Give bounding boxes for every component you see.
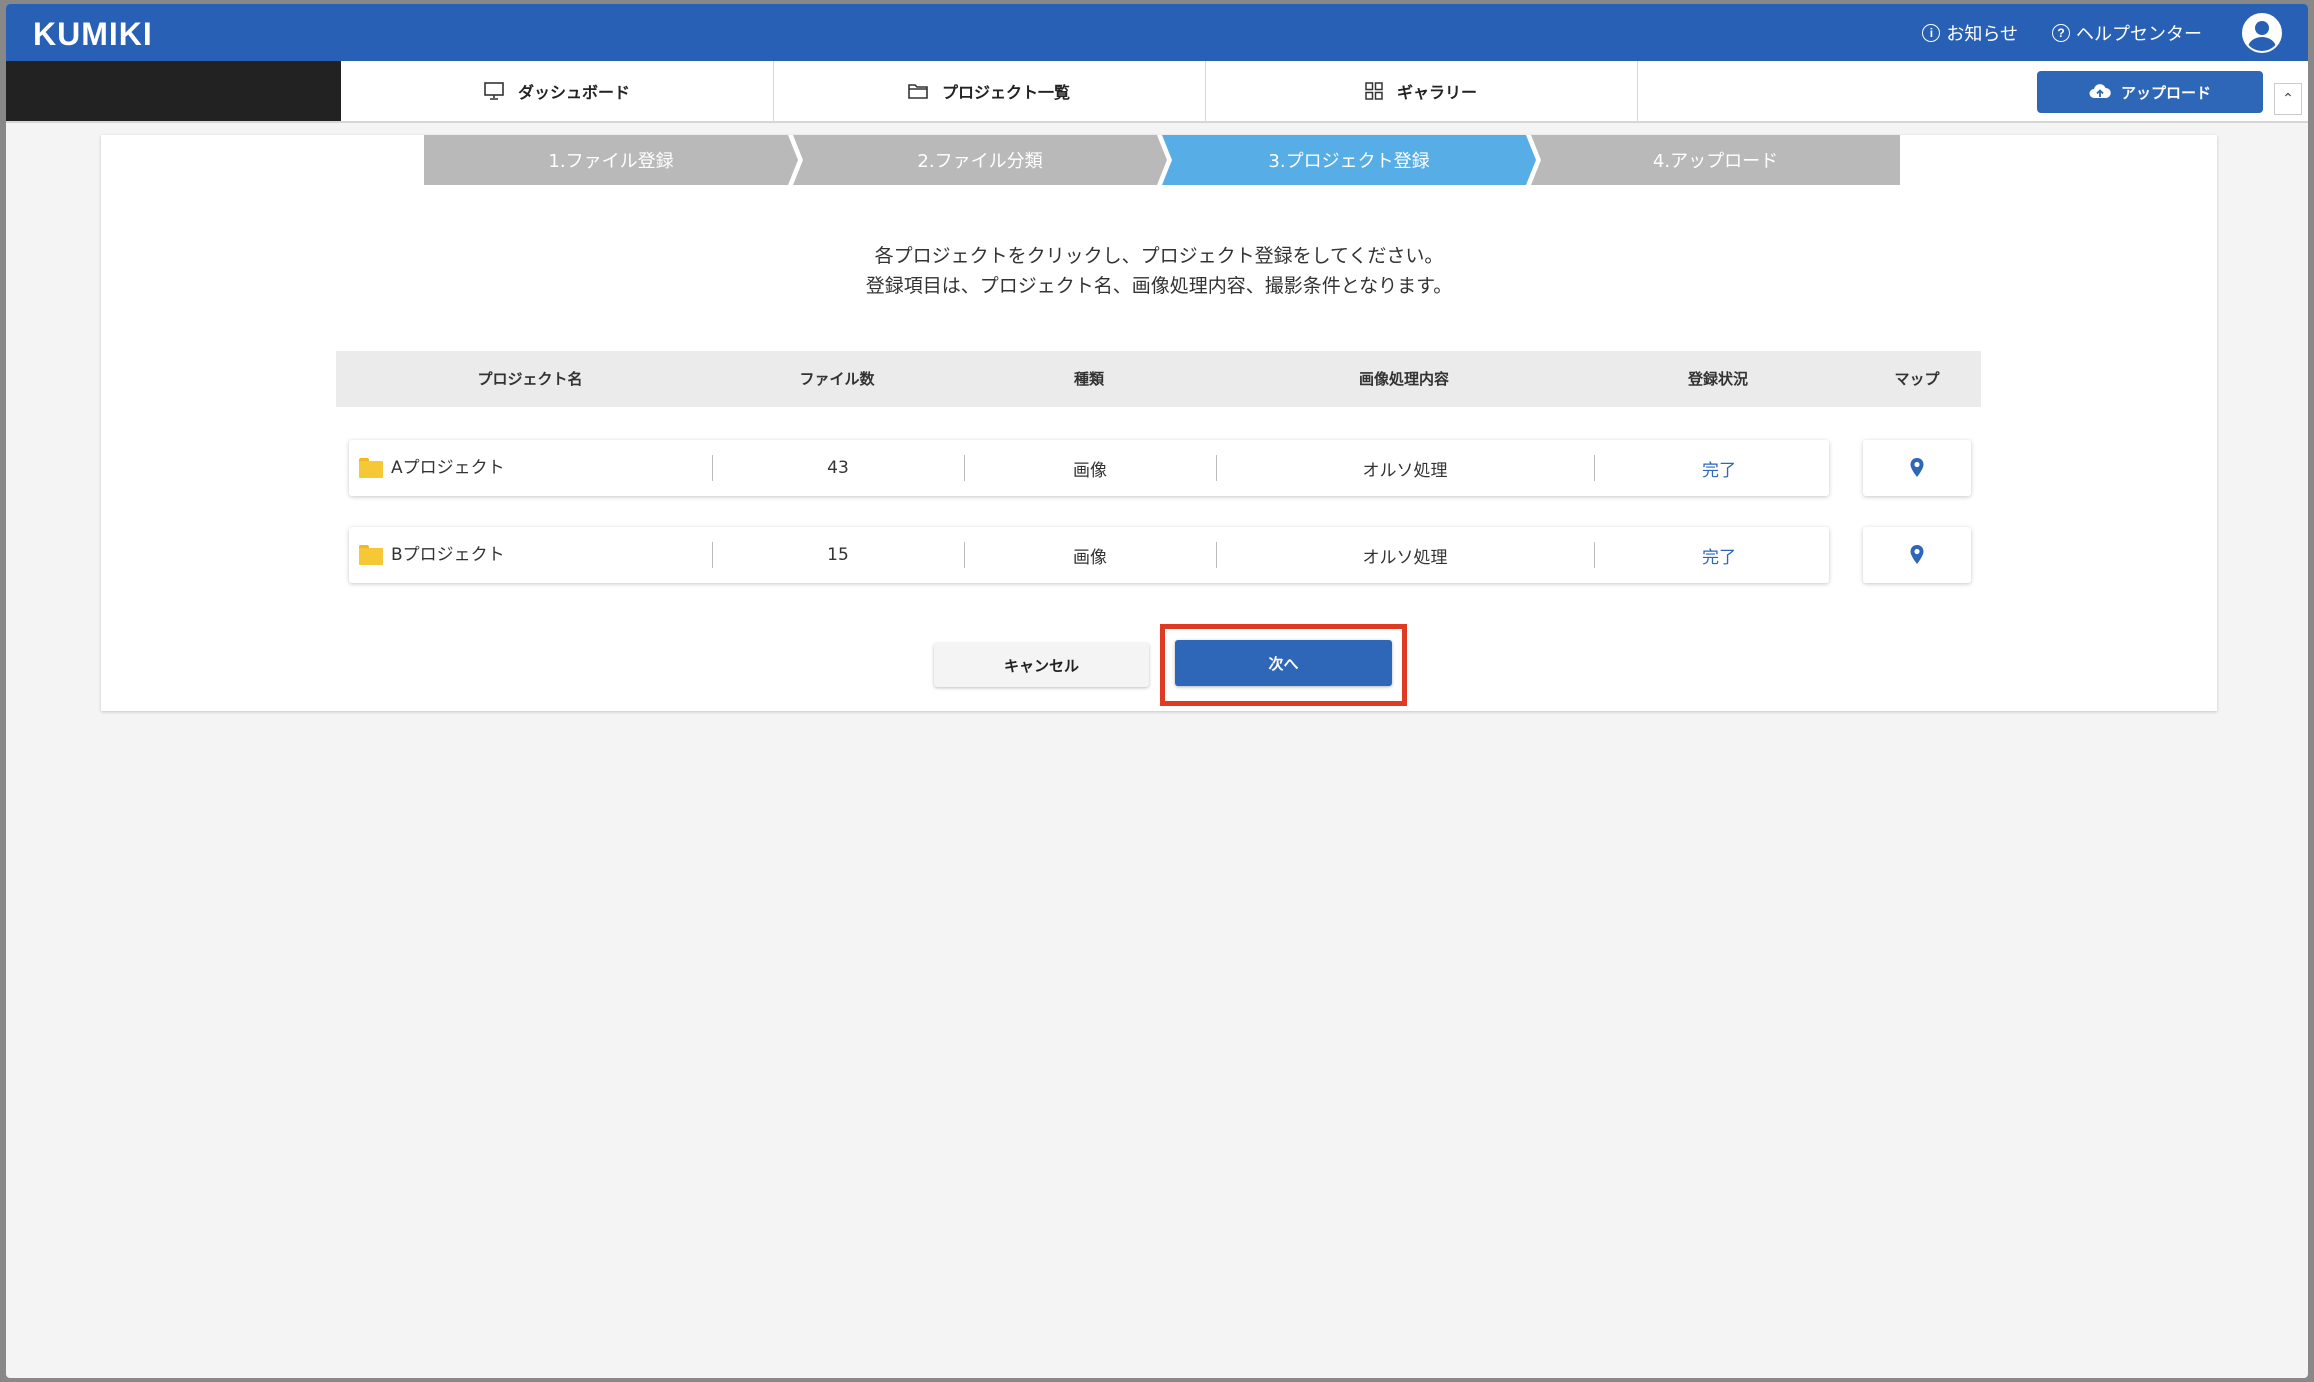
file-count: 15 bbox=[827, 545, 849, 565]
app-window: KUMIKI i お知らせ ? ヘルプセンター ダッシュボード プロジェクト一覧… bbox=[6, 4, 2308, 1378]
help-icon: ? bbox=[2052, 23, 2070, 42]
cloud-upload-icon bbox=[2089, 84, 2111, 98]
type-cell: 画像 bbox=[1073, 460, 1107, 481]
table-row[interactable]: Aプロジェクト 43 画像 オルソ処理 完了 bbox=[349, 440, 1829, 496]
header-type: 種類 bbox=[1073, 370, 1104, 388]
top-header: KUMIKI i お知らせ ? ヘルプセンター bbox=[6, 4, 2308, 61]
map-pin-icon bbox=[1910, 458, 1924, 477]
step-2-label: 2.ファイル分類 bbox=[917, 151, 1043, 172]
project-name: Aプロジェクト bbox=[391, 458, 505, 478]
cancel-button[interactable]: キャンセル bbox=[934, 643, 1149, 687]
sidebar-header-block bbox=[6, 61, 341, 121]
folder-icon bbox=[908, 84, 928, 99]
top-nav: i お知らせ ? ヘルプセンター bbox=[1922, 4, 2282, 61]
table-header: プロジェクト名 ファイル数 種類 画像処理内容 登録状況 マップ bbox=[336, 351, 1981, 407]
folder-icon bbox=[359, 458, 383, 478]
processing-cell: オルソ処理 bbox=[1362, 547, 1448, 568]
map-pin-icon bbox=[1910, 545, 1924, 564]
user-avatar-icon[interactable] bbox=[2242, 12, 2282, 53]
type-cell: 画像 bbox=[1073, 547, 1107, 568]
map-button[interactable] bbox=[1863, 527, 1971, 583]
step-3-active: 3.プロジェクト登録 bbox=[1162, 135, 1536, 185]
step-2: 2.ファイル分類 bbox=[793, 135, 1167, 185]
header-status: 登録状況 bbox=[1687, 370, 1748, 388]
folder-icon bbox=[359, 545, 383, 565]
table-row[interactable]: Bプロジェクト 15 画像 オルソ処理 完了 bbox=[349, 527, 1829, 583]
tab-project-list[interactable]: プロジェクト一覧 bbox=[773, 61, 1206, 121]
notice-label: お知らせ bbox=[1946, 23, 2018, 45]
step-1-label: 1.ファイル登録 bbox=[548, 151, 674, 172]
processing-cell: オルソ処理 bbox=[1362, 460, 1448, 481]
instructions-text: 各プロジェクトをクリックし、プロジェクト登録をしてください。 登録項目は、プロジ… bbox=[101, 241, 2217, 301]
header-processing: 画像処理内容 bbox=[1358, 370, 1449, 388]
step-3-label: 3.プロジェクト登録 bbox=[1268, 151, 1430, 172]
file-count: 43 bbox=[827, 458, 849, 478]
info-icon: i bbox=[1922, 23, 1941, 42]
tab-dashboard-label: ダッシュボード bbox=[517, 83, 630, 102]
monitor-icon bbox=[484, 82, 504, 100]
tab-gallery-label: ギャラリー bbox=[1396, 83, 1477, 102]
chevron-double-up-icon: ⌃ bbox=[2282, 91, 2294, 107]
instructions-line-2: 登録項目は、プロジェクト名、画像処理内容、撮影条件となります。 bbox=[865, 275, 1453, 297]
instructions-line-1: 各プロジェクトをクリックし、プロジェクト登録をしてください。 bbox=[874, 245, 1444, 267]
collapse-header-button[interactable]: ⌃ bbox=[2274, 83, 2302, 115]
upload-button-label: アップロード bbox=[2120, 83, 2211, 102]
status-link[interactable]: 完了 bbox=[1594, 527, 1844, 583]
header-file-count: ファイル数 bbox=[799, 370, 875, 388]
upload-button[interactable]: アップロード bbox=[2037, 71, 2263, 113]
tab-bar: ダッシュボード プロジェクト一覧 ギャラリー アップロード ⌃ bbox=[6, 61, 2308, 123]
registration-card: 1.ファイル登録 2.ファイル分類 3.プロジェクト登録 4.アップロード 各プ… bbox=[101, 135, 2217, 711]
step-4: 4.アップロード bbox=[1531, 135, 1900, 185]
tab-gallery[interactable]: ギャラリー bbox=[1205, 61, 1638, 121]
header-project-name: プロジェクト名 bbox=[477, 370, 583, 388]
tab-dashboard[interactable]: ダッシュボード bbox=[341, 61, 774, 121]
step-1: 1.ファイル登録 bbox=[424, 135, 798, 185]
help-center-link[interactable]: ? ヘルプセンター bbox=[2052, 20, 2202, 46]
grid-icon bbox=[1365, 82, 1383, 100]
header-map: マップ bbox=[1894, 370, 1940, 388]
status-link[interactable]: 完了 bbox=[1594, 440, 1844, 496]
map-button[interactable] bbox=[1863, 440, 1971, 496]
help-label: ヘルプセンター bbox=[2076, 23, 2202, 45]
next-button[interactable]: 次へ bbox=[1175, 640, 1392, 686]
tab-project-list-label: プロジェクト一覧 bbox=[941, 83, 1070, 102]
notice-link[interactable]: i お知らせ bbox=[1922, 20, 2018, 46]
app-logo[interactable]: KUMIKI bbox=[33, 16, 153, 53]
step-4-label: 4.アップロード bbox=[1652, 151, 1779, 172]
project-name: Bプロジェクト bbox=[391, 545, 505, 565]
